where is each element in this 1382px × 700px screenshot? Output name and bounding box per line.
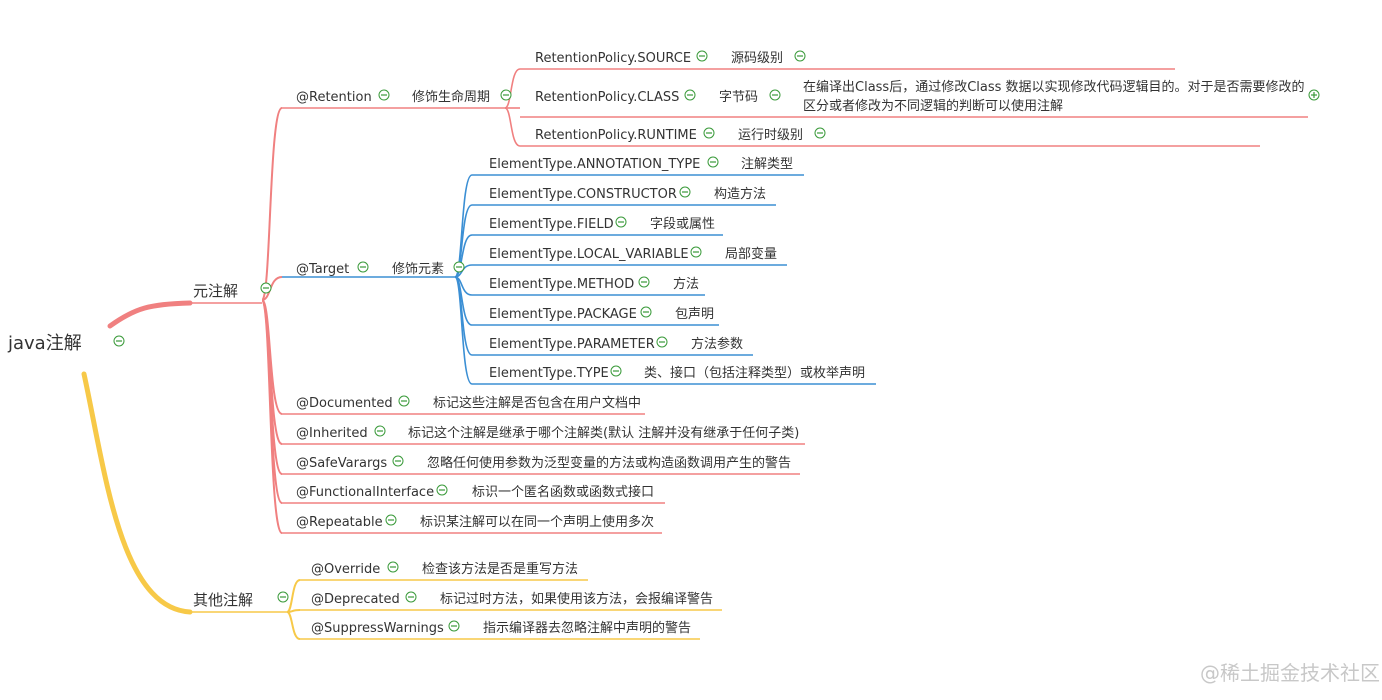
node-element-type: ElementType.ANNOTATION_TYPE [489, 157, 700, 172]
node-retention-description: 在编译出Class后，通过修改Class 数据以实现修改代码逻辑目的。对于是否需… [803, 79, 1305, 95]
node-meta-annotation: @Repeatable [296, 515, 383, 530]
collapse-toggle-icon[interactable] [684, 89, 696, 101]
node-element-type-description: 构造方法 [714, 186, 766, 202]
node-element-type-description: 注解类型 [741, 157, 793, 172]
node-target-modifies: 修饰元素 [392, 262, 444, 277]
node-meta-annotation: @SafeVarargs [296, 456, 387, 471]
collapse-toggle-icon[interactable] [690, 246, 702, 258]
collapse-toggle-icon[interactable] [769, 89, 781, 101]
collapse-toggle-icon[interactable] [640, 306, 652, 318]
node-meta-annotation-description: 标识一个匿名函数或函数式接口 [472, 484, 654, 500]
branch-meta-annotations: 元注解 [193, 282, 238, 300]
edge-other-annotation [286, 579, 301, 613]
collapse-toggle-icon[interactable] [387, 561, 399, 573]
node-retention-lifecycle: 修饰生命周期 [412, 89, 490, 105]
node-other-annotation: @Deprecated [311, 592, 400, 607]
node-element-type-description: 方法参数 [691, 336, 743, 352]
node-element-type-description: 字段或属性 [650, 217, 715, 232]
node-meta-annotation-description: 标记这些注解是否包含在用户文档中 [433, 395, 641, 411]
root-edge-meta [107, 300, 193, 329]
node-meta-annotation-description: 标识某注解可以在同一个声明上使用多次 [420, 514, 654, 530]
root-node: java注解 [7, 333, 82, 354]
node-underlines [190, 68, 1308, 640]
edge-other-annotation [286, 611, 301, 640]
collapse-toggle-icon[interactable] [378, 89, 390, 101]
collapse-toggle-icon[interactable] [656, 336, 668, 348]
node-element-type: ElementType.METHOD [489, 277, 634, 292]
collapse-toggle-icon[interactable] [638, 276, 650, 288]
node-element-type: ElementType.FIELD [489, 217, 614, 232]
node-other-annotation-description: 标记过时方法，如果使用该方法，会报编译警告 [440, 591, 713, 607]
watermark: @稀土掘金技术社区 [1200, 661, 1380, 685]
collapse-toggle-icon[interactable] [814, 127, 826, 139]
node-target: @Target [296, 262, 349, 277]
collapse-toggle-icon[interactable] [794, 50, 806, 62]
node-labels: java注解 元注解 @Retention 修饰生命周期 RetentionPolicy… [7, 51, 1305, 636]
collapse-toggle-icon[interactable] [385, 514, 397, 526]
node-element-type-description: 类、接口（包括注释类型）或枚举声明 [644, 365, 865, 381]
node-meta-annotation-description: 标记这个注解是继承于哪个注解类(默认 注解并没有继承于任何子类) [408, 425, 799, 441]
branch-other-annotations: 其他注解 [193, 591, 253, 609]
edge-retention-policy [504, 68, 521, 109]
collapse-toggle-icon[interactable] [707, 156, 719, 168]
node-retention-description: 区分或者修改为不同逻辑的判断可以使用注解 [803, 98, 1063, 114]
node-other-annotation: @Override [311, 562, 380, 577]
mindmap-edges [81, 68, 521, 640]
edge-retention [261, 107, 283, 301]
node-meta-annotation: @FunctionalInterface [296, 485, 434, 500]
node-element-type-description: 方法 [673, 276, 699, 292]
collapse-toggle-icon[interactable] [374, 425, 386, 437]
node-retention-level: 运行时级别 [738, 128, 803, 143]
collapse-toggle-icon[interactable] [260, 282, 272, 294]
collapse-toggle-icon[interactable] [703, 127, 715, 139]
root-edge-other [81, 371, 193, 615]
node-retention-policy: RetentionPolicy.RUNTIME [535, 128, 697, 143]
node-other-annotation-description: 指示编译器去忽略注解中声明的警告 [483, 620, 691, 636]
node-element-type-description: 局部变量 [725, 246, 777, 262]
collapse-toggle-icon[interactable] [392, 455, 404, 467]
node-other-annotation: @SuppressWarnings [311, 621, 444, 636]
node-retention-policy: RetentionPolicy.SOURCE [535, 51, 691, 66]
collapse-toggle-icon[interactable] [679, 186, 691, 198]
node-retention: @Retention [296, 90, 372, 105]
expand-toggle-icon[interactable] [1308, 89, 1320, 101]
node-element-type: ElementType.CONSTRUCTOR [489, 187, 677, 202]
collapse-toggle-icon[interactable] [453, 261, 465, 273]
root-collapse-toggle-icon[interactable] [113, 335, 125, 347]
collapse-toggle-icon[interactable] [615, 216, 627, 228]
node-retention-level: 字节码 [719, 90, 758, 105]
collapse-toggle-icon[interactable] [448, 620, 460, 632]
node-element-type: ElementType.PACKAGE [489, 307, 637, 322]
collapse-toggle-icon[interactable] [436, 484, 448, 496]
mindmap-canvas: java注解 元注解 @Retention 修饰生命周期 RetentionPolicy… [7, 50, 1320, 640]
node-meta-annotation: @Inherited [296, 426, 368, 441]
collapse-toggle-icon[interactable] [357, 261, 369, 273]
node-retention-policy: RetentionPolicy.CLASS [535, 90, 679, 105]
collapse-toggle-icon[interactable] [277, 591, 289, 603]
node-meta-annotation-description: 忽略任何使用参数为泛型变量的方法或构造函数调用产生的警告 [427, 455, 791, 471]
collapse-toggle-icon[interactable] [500, 89, 512, 101]
node-element-type: ElementType.PARAMETER [489, 337, 655, 352]
collapse-toggle-icon[interactable] [610, 365, 622, 377]
collapse-toggle-icon[interactable] [696, 50, 708, 62]
node-element-type-description: 包声明 [675, 307, 714, 322]
node-retention-level: 源码级别 [731, 51, 783, 66]
collapse-toggle-icon[interactable] [405, 591, 417, 603]
node-element-type: ElementType.LOCAL_VARIABLE [489, 247, 689, 262]
edge-retention-policy [504, 107, 521, 147]
node-element-type: ElementType.TYPE [489, 366, 609, 381]
collapse-toggle-icon[interactable] [398, 395, 410, 407]
node-meta-annotation: @Documented [296, 396, 393, 411]
node-other-annotation-description: 检查该方法是否是重写方法 [422, 561, 578, 577]
